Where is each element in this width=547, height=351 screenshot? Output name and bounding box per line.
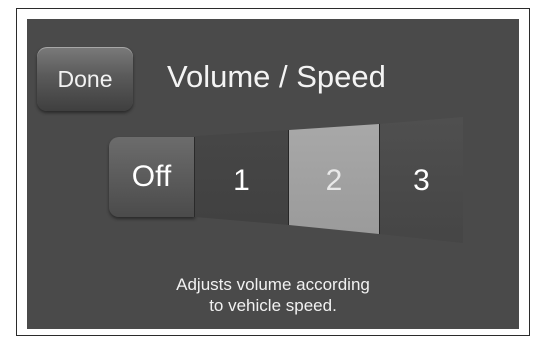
page-title: Volume / Speed (167, 59, 386, 94)
display-frame: Done Volume / Speed Off 1 2 3 Adjusts vo… (16, 8, 530, 336)
speed-option-off[interactable]: Off (109, 137, 195, 217)
settings-screen: Done Volume / Speed Off 1 2 3 Adjusts vo… (27, 19, 519, 329)
done-button[interactable]: Done (37, 47, 133, 111)
description-line-2: to vehicle speed. (209, 296, 337, 315)
speed-option-2-label: 2 (325, 164, 343, 197)
speed-option-1-label: 1 (233, 164, 250, 197)
speed-option-3-label: 3 (413, 164, 430, 197)
setting-description: Adjusts volume according to vehicle spee… (27, 274, 519, 316)
description-line-1: Adjusts volume according (176, 275, 370, 294)
